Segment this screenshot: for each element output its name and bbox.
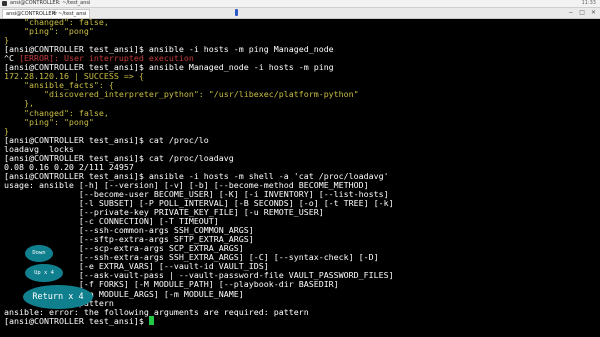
keystroke-overlay-up: Up x 4 [25,264,63,282]
clock: 11:33 [581,0,596,6]
tab-terminal-session[interactable]: ansi@CONTROLLER: ~/test_ansi [2,9,91,18]
maximize-button[interactable]: □ [579,8,585,18]
terminal-line: "ping": "pong" [4,117,94,128]
terminal-text: "ping": "pong" [4,26,94,37]
text-cursor [148,315,154,325]
terminal-output[interactable]: "changed": false, "ping": "pong"} [ansi@C… [0,19,600,337]
window-controls: − □ ✕ [568,8,596,18]
new-tab-button[interactable]: + [52,8,58,18]
terminal-text: [ansi@CONTROLLER test_ansi]$ [4,315,149,326]
keystroke-overlay-down: Down [25,245,53,262]
terminal-line: "ping": "pong" [4,26,94,37]
window-title: ansi@CONTROLLER: ~/test_ansi [10,0,91,6]
terminal-text: "discovered_interpreter_python": "/usr/l… [4,89,359,100]
minimize-button[interactable]: − [568,8,573,18]
terminal-line: [ansi@CONTROLLER test_ansi]$ [4,315,154,327]
terminal-line: "discovered_interpreter_python": "/usr/l… [4,89,359,100]
close-button[interactable]: ✕ [591,8,596,18]
terminal-app-icon [2,1,7,6]
tab-bar: ansi@CONTROLLER: ~/test_ansi + − □ ✕ [0,8,600,19]
window-titlebar: ansi@CONTROLLER: ~/test_ansi 11:33 [0,0,600,8]
pin-icon [235,9,238,16]
keystroke-overlay-return: Return x 4 [23,285,93,309]
terminal-text: "ping": "pong" [4,116,94,127]
